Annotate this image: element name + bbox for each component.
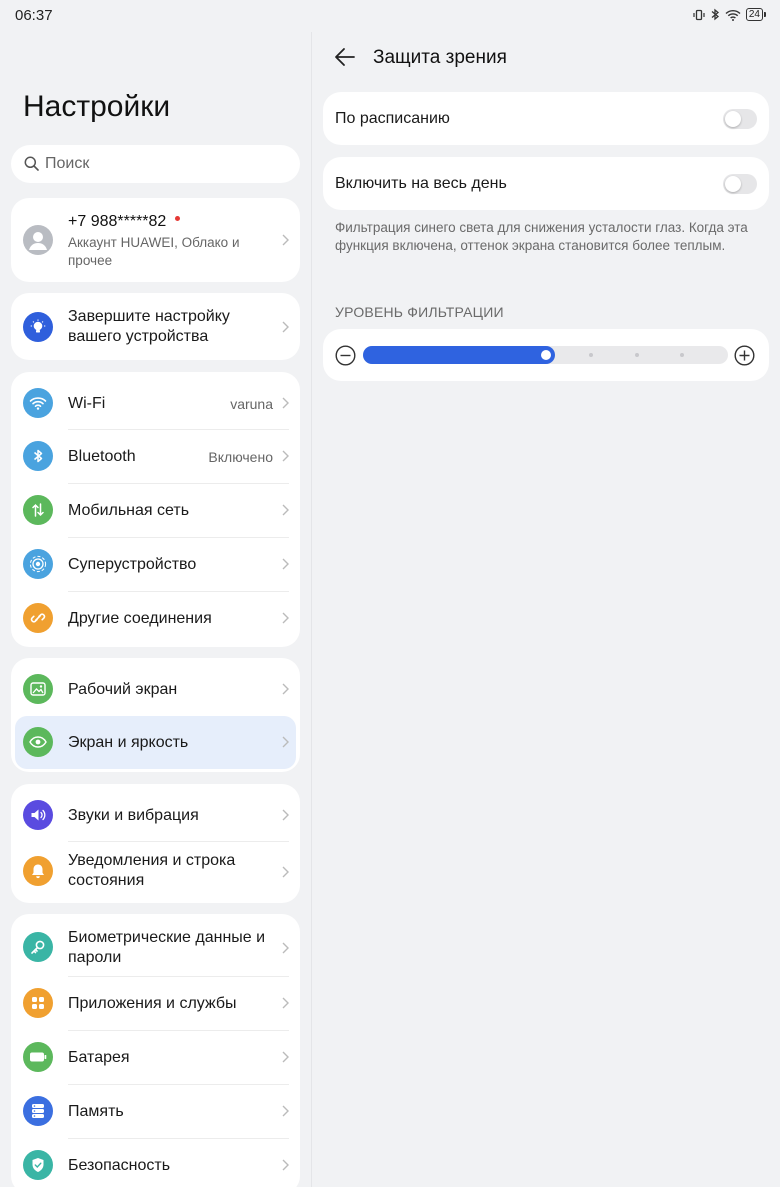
sidebar-item-home-screen[interactable]: Рабочий экран	[11, 662, 300, 715]
detail-pane: Защита зрения По расписанию Включить на …	[312, 0, 780, 1187]
mobile-data-icon	[23, 495, 53, 525]
account-title: +7 988*****82	[68, 213, 181, 231]
slider-step-tick	[680, 353, 684, 357]
schedule-label: По расписанию	[335, 110, 450, 127]
chevron-right-icon	[282, 504, 289, 516]
superdevice-icon	[23, 549, 53, 579]
chevron-right-icon	[282, 1159, 289, 1171]
sidebar-item-display-brightness[interactable]: Экран и яркость	[15, 716, 296, 769]
bell-icon	[23, 856, 53, 886]
display-card: Рабочий экран Экран и яркость	[11, 658, 300, 772]
all-day-row[interactable]: Включить на весь день	[323, 157, 769, 210]
wifi-network-value: varuna	[230, 396, 273, 412]
chevron-right-icon	[282, 1105, 289, 1117]
slider-thumb[interactable]	[541, 350, 551, 360]
sidebar-item-label: Приложения и службы	[68, 995, 237, 1012]
bluetooth-status-value: Включено	[208, 449, 273, 465]
speaker-icon	[23, 800, 53, 830]
home-screen-icon	[23, 674, 53, 704]
eye-icon	[23, 727, 53, 757]
chevron-right-icon	[282, 558, 289, 570]
chevron-right-icon	[282, 234, 289, 246]
all-day-toggle[interactable]	[723, 174, 757, 194]
sidebar-item-battery[interactable]: Батарея	[11, 1031, 300, 1084]
sidebar-item-label: Батарея	[68, 1049, 130, 1066]
bluetooth-icon	[23, 441, 53, 471]
back-arrow-icon[interactable]	[334, 46, 356, 73]
chevron-right-icon	[282, 397, 289, 409]
chevron-right-icon	[282, 321, 289, 333]
sidebar-item-label: Мобильная сеть	[68, 502, 190, 519]
chevron-right-icon	[282, 1051, 289, 1063]
chevron-right-icon	[282, 450, 289, 462]
battery-settings-icon	[23, 1042, 53, 1072]
schedule-toggle[interactable]	[723, 109, 757, 129]
account-card[interactable]: +7 988*****82 Аккаунт HUAWEI, Облако и п…	[11, 198, 300, 282]
feature-description: Фильтрация синего света для снижения уст…	[335, 220, 748, 253]
avatar	[23, 225, 53, 255]
sidebar-item-label: Рабочий экран	[68, 681, 178, 698]
search-input[interactable]	[45, 145, 285, 183]
sidebar-item-apps[interactable]: Приложения и службы	[11, 977, 300, 1030]
notification-dot	[175, 216, 181, 222]
slider-fill	[363, 346, 555, 364]
chevron-right-icon	[282, 736, 289, 748]
sidebar-item-bluetooth[interactable]: Bluetooth Включено	[11, 430, 300, 483]
schedule-row[interactable]: По расписанию	[323, 92, 769, 145]
lightbulb-icon	[23, 312, 53, 342]
sidebar-item-security[interactable]: Безопасность	[11, 1139, 300, 1187]
chevron-right-icon	[282, 942, 289, 954]
wifi-icon	[23, 388, 53, 418]
slider-step-tick	[635, 353, 639, 357]
chevron-right-icon	[282, 809, 289, 821]
page-title: Настройки	[23, 90, 171, 123]
increase-filter-button[interactable]	[734, 345, 755, 371]
link-icon	[23, 603, 53, 633]
sound-card: Звуки и вибрация Уведомления и строка со…	[11, 784, 300, 903]
setup-card[interactable]: Завершите настройку вашего устройства	[11, 293, 300, 360]
chevron-right-icon	[282, 997, 289, 1009]
settings-sidebar: Настройки +7 988*****82 Аккаунт HUAWEI, …	[0, 0, 311, 1187]
apps-grid-icon	[23, 988, 53, 1018]
sidebar-item-label: Звуки и вибрация	[68, 807, 199, 824]
sidebar-item-label: Bluetooth	[68, 448, 136, 465]
decrease-filter-button[interactable]	[335, 345, 356, 371]
shield-icon	[23, 1150, 53, 1180]
sidebar-item-sounds[interactable]: Звуки и вибрация	[11, 788, 300, 841]
sidebar-item-wifi[interactable]: Wi-Fi varuna	[11, 376, 300, 429]
sidebar-item-storage[interactable]: Память	[11, 1085, 300, 1138]
sidebar-item-other-connections[interactable]: Другие соединения	[11, 592, 300, 645]
sidebar-item-superdevice[interactable]: Суперустройство	[11, 538, 300, 591]
chevron-right-icon	[282, 866, 289, 878]
chevron-right-icon	[282, 612, 289, 624]
sidebar-item-notifications[interactable]: Уведомления и строка состояния	[11, 842, 300, 902]
filter-section-label: УРОВЕНЬ ФИЛЬТРАЦИИ	[335, 304, 504, 320]
system-card: Биометрические данные и пароли Приложени…	[11, 914, 300, 1187]
setup-label: Завершите настройку вашего устройства	[68, 308, 230, 345]
search-icon	[24, 156, 39, 176]
sidebar-item-label: Экран и яркость	[68, 734, 189, 751]
sidebar-item-label: Память	[68, 1103, 124, 1120]
search-bar[interactable]	[11, 145, 300, 183]
account-subtitle: Аккаунт HUAWEI, Облако и прочее	[68, 235, 240, 268]
sidebar-item-biometrics[interactable]: Биометрические данные и пароли	[11, 918, 300, 976]
detail-title: Защита зрения	[373, 47, 507, 68]
chevron-right-icon	[282, 683, 289, 695]
sidebar-item-label: Суперустройство	[68, 556, 197, 573]
storage-icon	[23, 1096, 53, 1126]
filter-level-slider[interactable]	[363, 346, 728, 364]
sidebar-item-label: Биометрические данные и пароли	[68, 929, 266, 966]
sidebar-item-label: Безопасность	[68, 1157, 171, 1174]
sidebar-item-label: Уведомления и строка состояния	[68, 852, 236, 889]
connections-card: Wi-Fi varuna Bluetooth Включено Мобильна…	[11, 372, 300, 647]
all-day-label: Включить на весь день	[335, 175, 507, 192]
slider-step-tick	[589, 353, 593, 357]
sidebar-item-mobile[interactable]: Мобильная сеть	[11, 484, 300, 537]
filter-level-card	[323, 329, 769, 381]
sidebar-item-label: Другие соединения	[68, 610, 212, 627]
sidebar-item-label: Wi-Fi	[68, 395, 106, 412]
key-icon	[23, 932, 53, 962]
